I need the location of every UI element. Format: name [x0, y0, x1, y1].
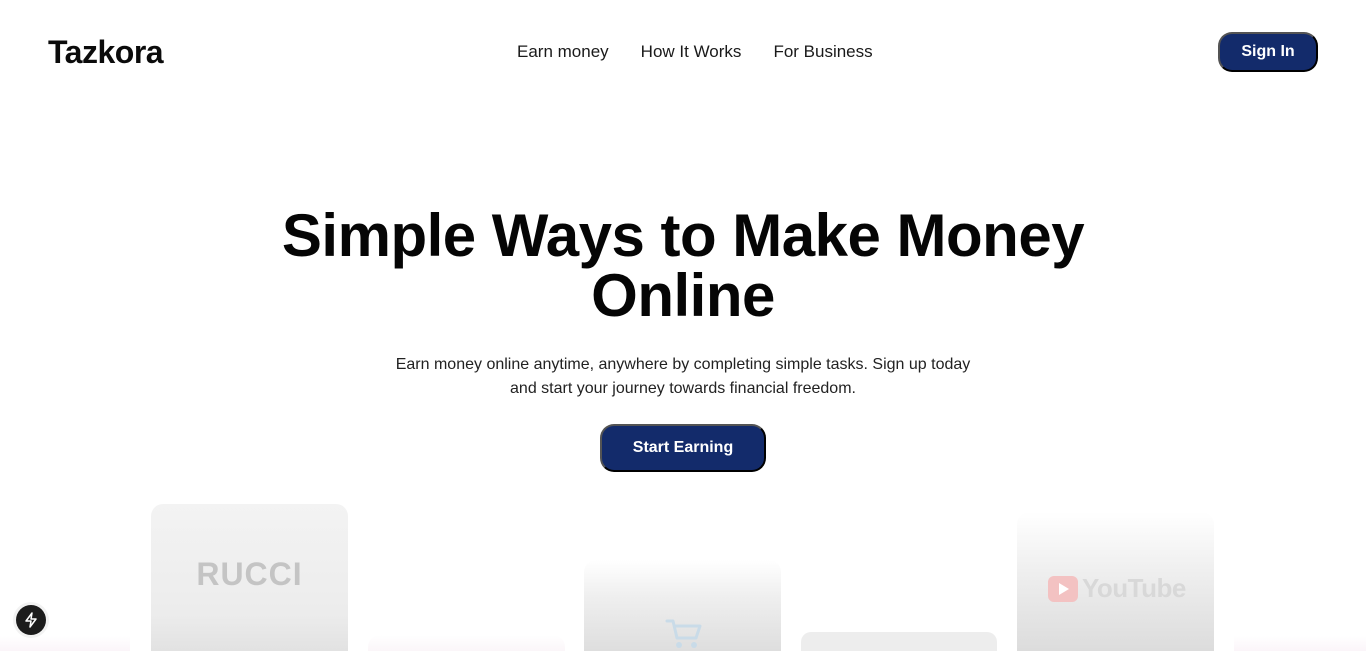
nav-for-business[interactable]: For Business	[773, 42, 872, 62]
start-earning-button[interactable]: Start Earning	[600, 424, 766, 472]
brand-card-cart[interactable]	[584, 560, 781, 651]
hero-subtitle-line1: Earn money online anytime, anywhere by c…	[395, 356, 971, 373]
card-partial-left	[0, 636, 130, 651]
site-header: Tazkora Earn money How It Works For Busi…	[0, 0, 1366, 104]
hero-title-line1: Simple Ways to Make Money	[281, 202, 1085, 269]
youtube-play-icon	[1048, 575, 1078, 602]
nav-how-it-works[interactable]: How It Works	[641, 42, 742, 62]
hero-subtitle-line2: and start your journey towards financial…	[510, 380, 856, 397]
youtube-logo: YouTube	[1048, 573, 1186, 604]
main-nav: Earn money How It Works For Business	[517, 42, 873, 62]
hero-title-line2: Online	[591, 262, 775, 329]
bolt-icon[interactable]	[16, 605, 46, 635]
landing-page: Tazkora Earn money How It Works For Busi…	[0, 0, 1366, 651]
nav-earn-money[interactable]: Earn money	[517, 42, 609, 62]
bolt-glyph-icon	[25, 612, 37, 628]
card-partial-right	[1234, 636, 1366, 651]
hero-subtitle: Earn money online anytime, anywhere by c…	[370, 353, 996, 401]
shopping-cart-icon	[665, 619, 702, 648]
brand-card-youtube[interactable]: YouTube	[1017, 512, 1214, 651]
sign-in-button[interactable]: Sign In	[1218, 32, 1318, 72]
brand-card-4[interactable]	[801, 632, 997, 651]
brand-card-2[interactable]	[368, 635, 565, 651]
rucci-logo: RUCCI	[196, 556, 303, 592]
site-logo[interactable]: Tazkora	[48, 34, 164, 71]
brand-card-rucci[interactable]: RUCCI	[151, 504, 348, 651]
hero-title: Simple Ways to Make Money Online	[0, 206, 1366, 326]
youtube-wordmark: YouTube	[1082, 573, 1186, 603]
